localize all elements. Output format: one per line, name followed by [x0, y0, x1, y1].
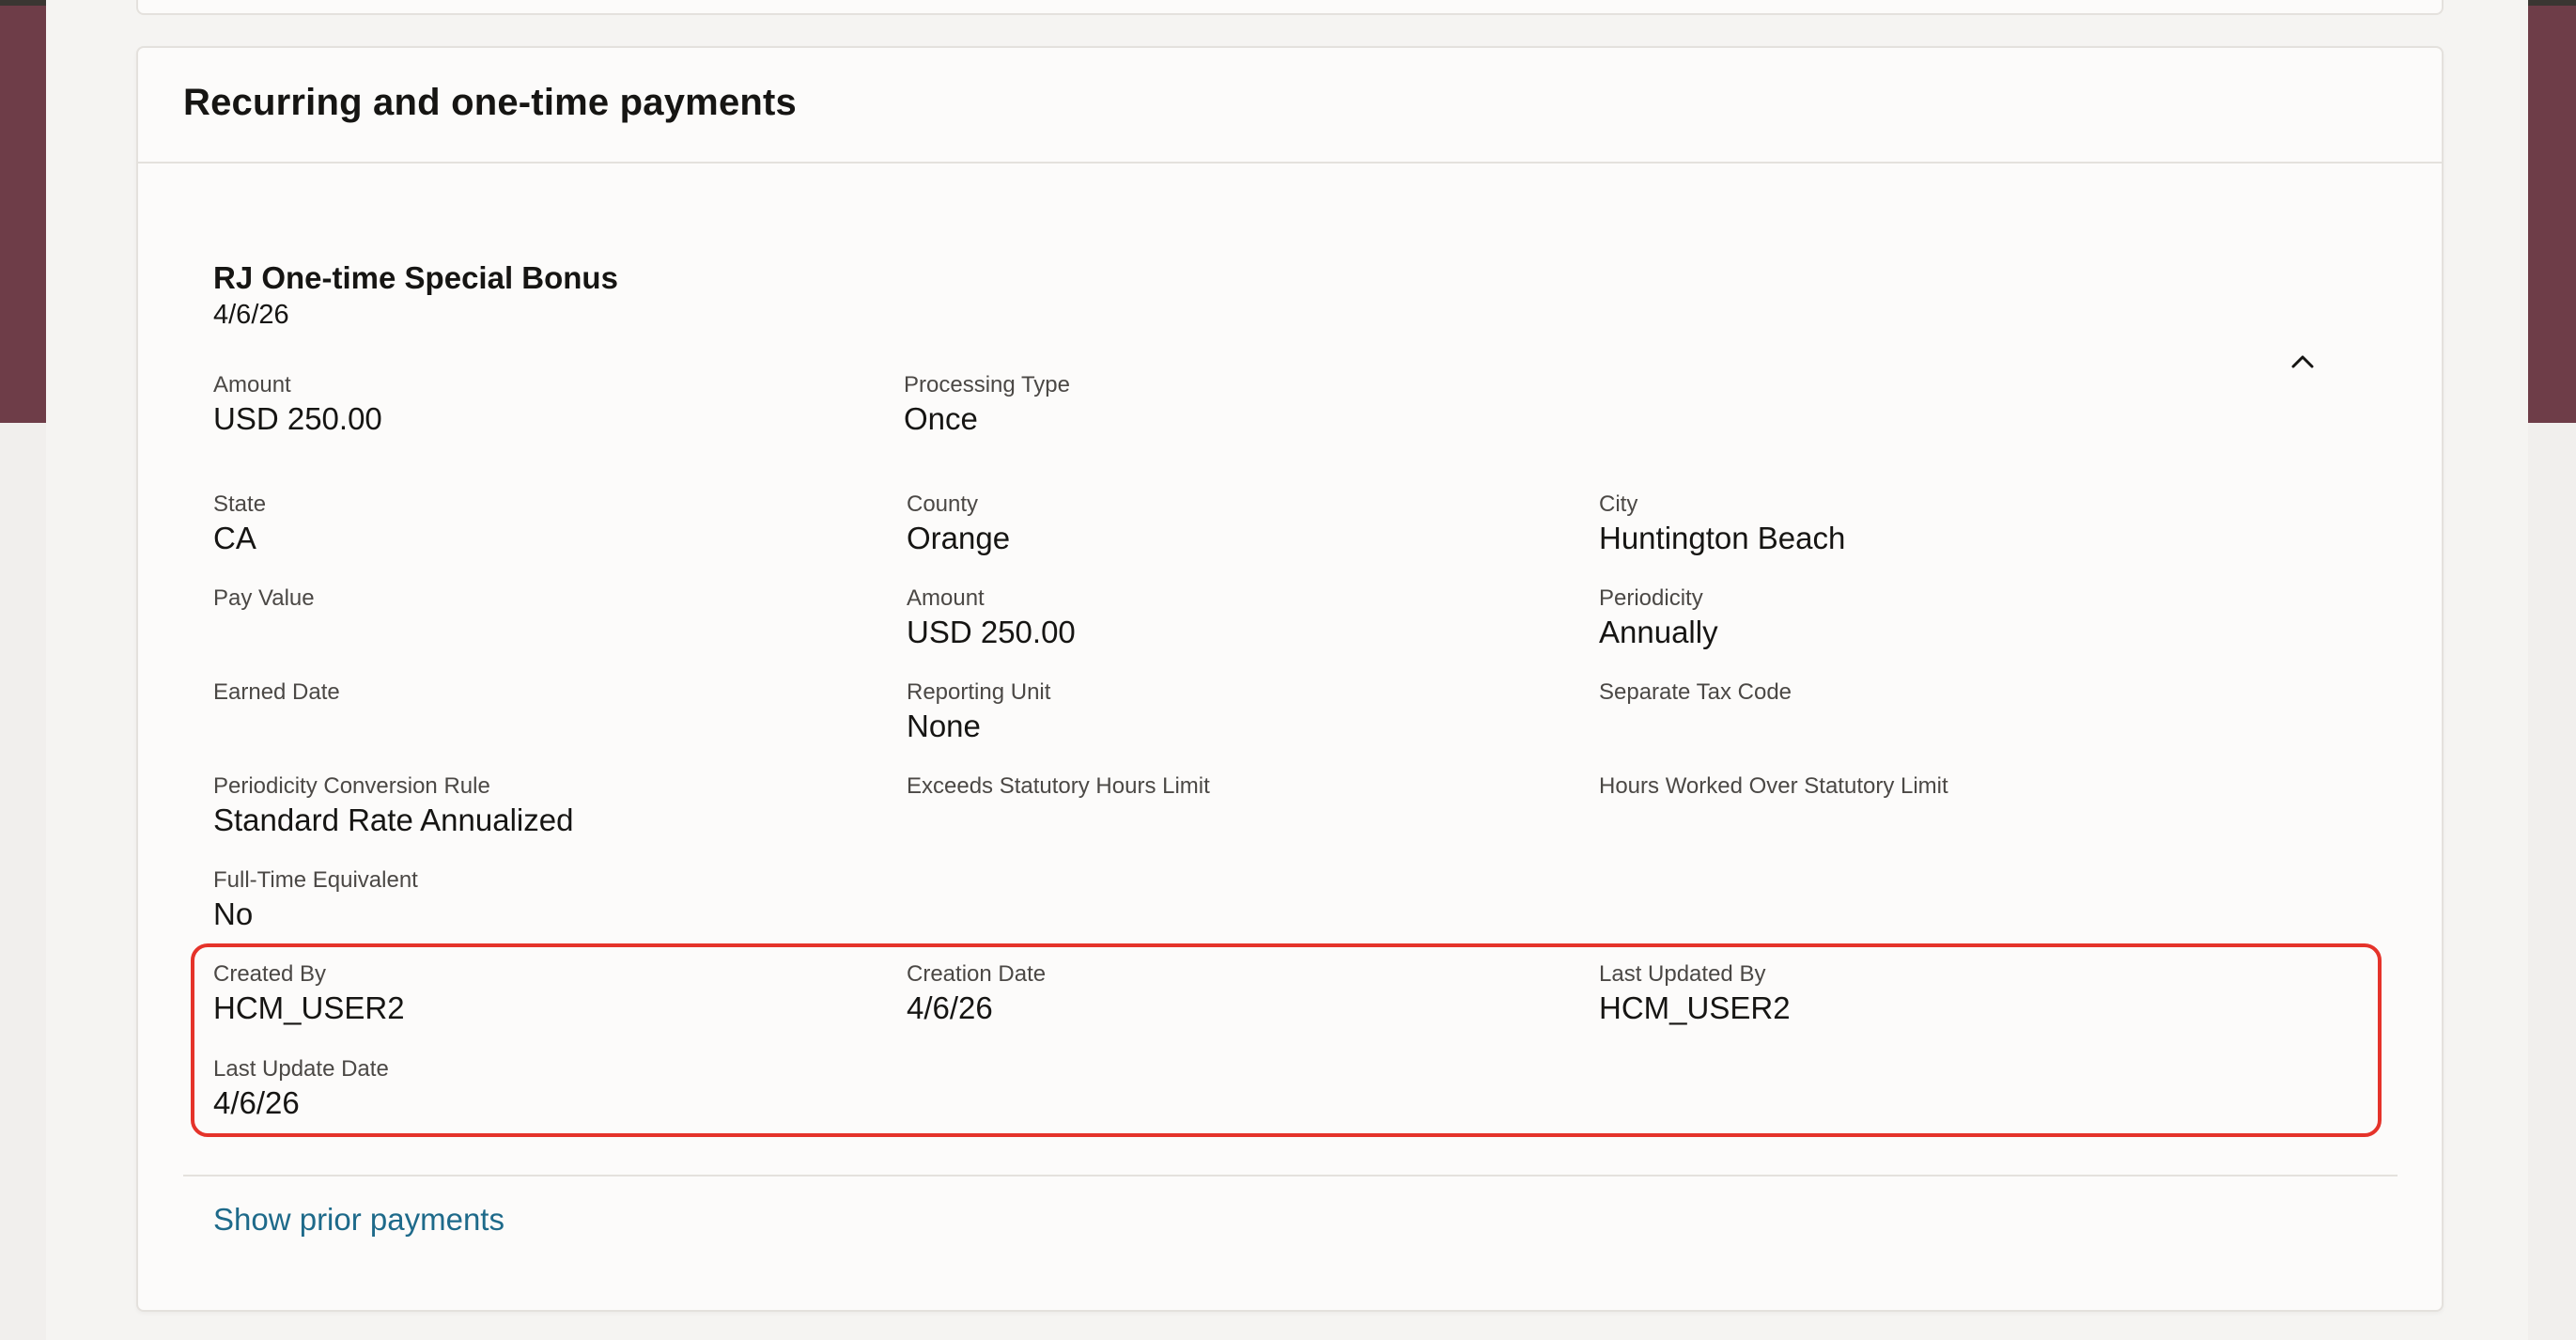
field-last-update-date: Last Update Date 4/6/26: [213, 1055, 389, 1123]
field-label: Earned Date: [213, 679, 340, 705]
field-created-by: Created By HCM_USER2: [213, 960, 405, 1028]
field-label: Created By: [213, 961, 327, 987]
field-label: Exceeds Statutory Hours Limit: [907, 773, 1210, 799]
field-value: Annually: [1599, 615, 1718, 649]
field-processing-type: Processing Type Once: [904, 371, 1070, 439]
field-reporting-unit: Reporting Unit None: [907, 678, 1050, 746]
field-value: Standard Rate Annualized: [213, 802, 574, 837]
field-value: None: [907, 709, 981, 743]
field-label: Amount: [213, 372, 291, 397]
field-periodicity-conversion-rule: Periodicity Conversion Rule Standard Rat…: [213, 772, 573, 840]
field-label: City: [1599, 491, 1638, 517]
field-label: Periodicity: [1599, 585, 1703, 611]
field-value: 4/6/26: [907, 990, 993, 1025]
field-value: HCM_USER2: [213, 990, 405, 1025]
field-label: Processing Type: [904, 372, 1070, 397]
payment-date: 4/6/26: [213, 300, 289, 330]
field-exceeds-statutory-hours-limit: Exceeds Statutory Hours Limit: [907, 772, 1210, 801]
payment-title: RJ One-time Special Bonus: [213, 260, 618, 295]
field-value: USD 250.00: [907, 615, 1076, 649]
field-state: State CA: [213, 491, 266, 558]
field-label: County: [907, 491, 979, 517]
section-title: Recurring and one-time payments: [183, 82, 797, 123]
show-prior-payments-link[interactable]: Show prior payments: [213, 1202, 504, 1238]
field-label: Reporting Unit: [907, 679, 1051, 705]
audit-info-highlight: [191, 943, 2382, 1137]
previous-card-bottom: [136, 0, 2444, 15]
recurring-payments-card: Recurring and one-time payments RJ One-t…: [136, 46, 2444, 1312]
field-value: Once: [904, 401, 978, 436]
field-pay-value: Pay Value: [213, 584, 315, 613]
field-value: 4/6/26: [213, 1085, 300, 1120]
field-label: Periodicity Conversion Rule: [213, 773, 490, 799]
field-value: HCM_USER2: [1599, 990, 1791, 1025]
field-label: Amount: [907, 585, 985, 611]
header-divider: [138, 162, 2442, 164]
field-county: County Orange: [907, 491, 1010, 558]
field-value: Orange: [907, 521, 1011, 555]
field-earned-date: Earned Date: [213, 678, 340, 707]
field-label: Creation Date: [907, 961, 1047, 987]
field-periodicity: Periodicity Annually: [1599, 584, 1718, 652]
field-label: Pay Value: [213, 585, 315, 611]
chevron-up-icon: [2291, 355, 2314, 368]
field-last-updated-by: Last Updated By HCM_USER2: [1599, 960, 1791, 1028]
collapse-button[interactable]: [2282, 341, 2323, 382]
field-label: Hours Worked Over Statutory Limit: [1599, 773, 1948, 799]
field-value: Huntington Beach: [1599, 521, 1846, 555]
field-amount: Amount USD 250.00: [213, 371, 382, 439]
field-city: City Huntington Beach: [1599, 491, 1845, 558]
field-creation-date: Creation Date 4/6/26: [907, 960, 1046, 1028]
field-label: Last Updated By: [1599, 961, 1766, 987]
field-label: Full-Time Equivalent: [213, 867, 418, 893]
field-label: Separate Tax Code: [1599, 679, 1792, 705]
footer-divider: [183, 1175, 2398, 1176]
field-hours-worked-over-statutory-limit: Hours Worked Over Statutory Limit: [1599, 772, 1948, 801]
field-separate-tax-code: Separate Tax Code: [1599, 678, 1792, 707]
field-value: No: [213, 896, 254, 931]
field-label: State: [213, 491, 267, 517]
field-label: Last Update Date: [213, 1056, 389, 1082]
field-amount-2: Amount USD 250.00: [907, 584, 1076, 652]
field-value: USD 250.00: [213, 401, 382, 436]
field-value: CA: [213, 521, 256, 555]
field-full-time-equivalent: Full-Time Equivalent No: [213, 866, 418, 934]
